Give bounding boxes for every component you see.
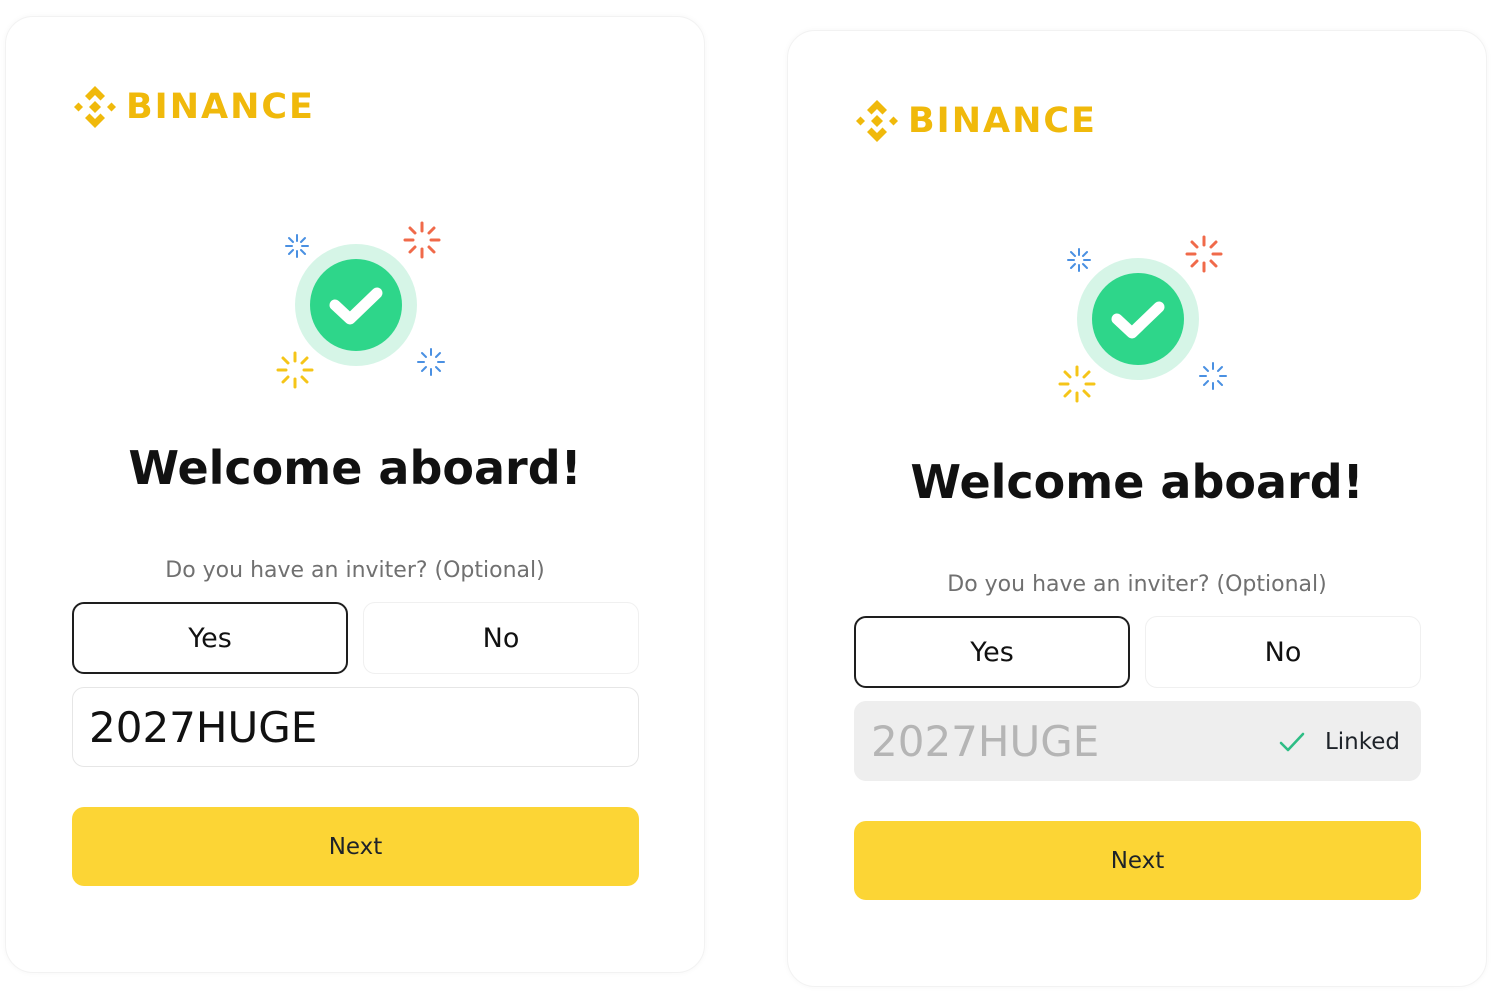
check-icon xyxy=(1279,732,1305,752)
no-button[interactable]: No xyxy=(1145,616,1421,688)
next-button[interactable]: Next xyxy=(854,821,1421,900)
binance-diamond-icon xyxy=(856,100,898,142)
linked-label: Linked xyxy=(1324,729,1400,755)
success-check-icon xyxy=(1058,235,1227,403)
referral-code-input-linked: 2027HUGE Linked xyxy=(854,701,1421,781)
welcome-title: Welcome aboard! xyxy=(910,455,1364,509)
yes-button[interactable]: Yes xyxy=(854,616,1130,688)
binance-diamond-icon xyxy=(74,86,116,128)
referral-code-value: 2027HUGE xyxy=(89,702,318,752)
binance-logo: BINANCE xyxy=(853,95,1097,147)
yes-button[interactable]: Yes xyxy=(72,602,348,674)
welcome-card-left: BINANCE Welcome aboard! Do you have an i… xyxy=(5,16,705,973)
referral-code-input[interactable]: 2027HUGE xyxy=(72,687,639,767)
brand-name: BINANCE xyxy=(908,101,1097,141)
linked-status: Linked xyxy=(1277,702,1400,782)
inviter-question: Do you have an inviter? (Optional) xyxy=(947,572,1327,597)
next-button[interactable]: Next xyxy=(72,807,639,886)
referral-code-value: 2027HUGE xyxy=(871,716,1100,766)
welcome-card-right: BINANCE Welcome aboard! Do you have an i… xyxy=(787,30,1487,987)
success-illustration xyxy=(1047,215,1233,405)
success-illustration xyxy=(265,201,451,391)
no-button[interactable]: No xyxy=(363,602,639,674)
success-check-icon xyxy=(276,221,445,389)
binance-logo: BINANCE xyxy=(71,81,315,133)
brand-name: BINANCE xyxy=(126,87,315,127)
welcome-title: Welcome aboard! xyxy=(128,441,582,495)
inviter-question: Do you have an inviter? (Optional) xyxy=(165,558,545,583)
